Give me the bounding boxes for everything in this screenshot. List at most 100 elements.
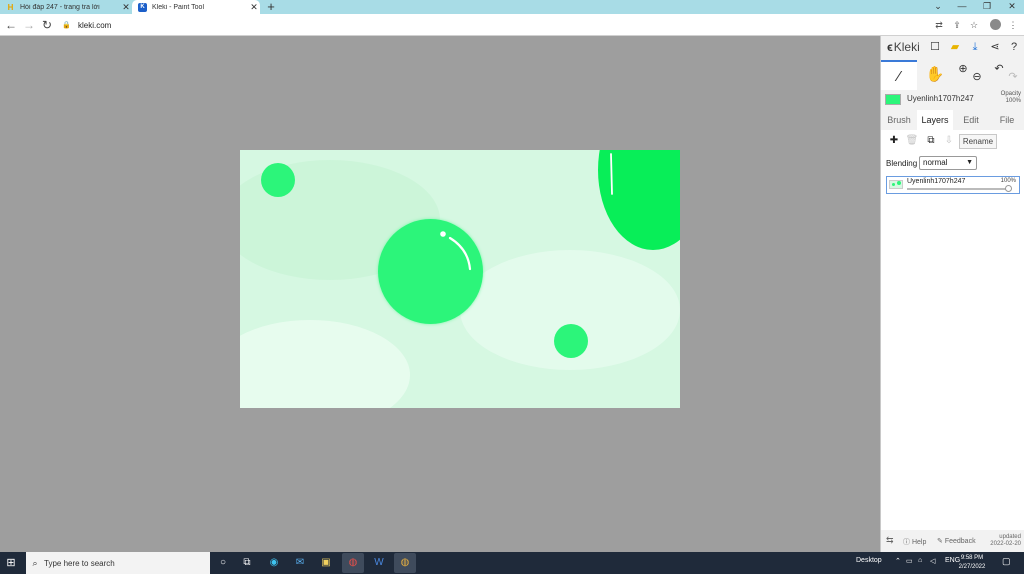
tab-file[interactable]: File bbox=[989, 110, 1024, 130]
panel-footer: ⇆ ⓘ Help ✎ Feedback updated 2022-02-20 bbox=[881, 532, 1024, 552]
kleki-logo-text: Kleki bbox=[893, 40, 920, 54]
layer-name: Uyenlinh1707h247 bbox=[907, 178, 966, 185]
tray-overflow-icon[interactable]: ⌃ bbox=[895, 557, 901, 565]
large-bubble bbox=[378, 219, 483, 324]
window-close-button[interactable]: ✕ bbox=[1000, 0, 1024, 14]
merge-layer-button[interactable]: ⇩ bbox=[942, 134, 956, 148]
clock-date: 2/27/2022 bbox=[958, 564, 986, 570]
layer-item[interactable]: Uyenlinh1707h247 100% bbox=[886, 176, 1020, 194]
word-icon[interactable]: W bbox=[368, 553, 390, 573]
rename-button[interactable]: Rename bbox=[959, 134, 997, 149]
new-tab-button[interactable]: + bbox=[264, 0, 278, 14]
swap-sides-icon[interactable]: ⇆ bbox=[886, 535, 894, 546]
kleki-side-panel: ϵ Kleki ☐ ▰ ⤓ ⋖ ? ⁄ ✋ ⊕ ⊖ ↶ ↷ Uyenlinh17… bbox=[880, 36, 1024, 552]
updated-info: updated 2022-02-20 bbox=[990, 534, 1021, 548]
blob-highlight-icon bbox=[610, 153, 613, 195]
mail-icon[interactable]: ✉ bbox=[289, 553, 311, 573]
tab-hoidap[interactable]: H Hỏi đáp 247 - trang tra lời ✕ bbox=[0, 0, 132, 14]
tab-title: Kleki - Paint Tool bbox=[152, 3, 205, 11]
kleki-logo[interactable]: ϵ Kleki bbox=[887, 38, 920, 56]
corner-blob bbox=[598, 150, 680, 250]
layers-panel: ✚ 🗑 ⧉ ⇩ Rename Blending normal ▼ Uyenlin… bbox=[881, 130, 1024, 530]
share-icon[interactable]: ⋖ bbox=[987, 39, 1003, 55]
duplicate-layer-button[interactable]: ⧉ bbox=[924, 134, 938, 148]
desktop-label[interactable]: Desktop bbox=[856, 557, 882, 564]
browser-toolbar: ← → ↻ 🔒 kleki.com ⇄ ⇪ ☆ ⋮ bbox=[0, 14, 1024, 36]
menu-kebab-icon[interactable]: ⋮ bbox=[1006, 18, 1020, 32]
drawing-canvas[interactable] bbox=[240, 150, 680, 408]
bookmark-star-icon[interactable]: ☆ bbox=[967, 18, 981, 32]
tab-layers[interactable]: Layers bbox=[917, 110, 953, 130]
small-bubble bbox=[554, 324, 588, 358]
small-bubble bbox=[261, 163, 295, 197]
reload-button[interactable]: ↻ bbox=[39, 17, 55, 33]
profile-avatar[interactable] bbox=[990, 19, 1001, 30]
forward-button[interactable]: → bbox=[21, 17, 37, 33]
tab-edit[interactable]: Edit bbox=[953, 110, 989, 130]
color-swatch[interactable] bbox=[885, 94, 901, 105]
help-icon[interactable]: ? bbox=[1006, 39, 1022, 55]
chrome-profile-icon[interactable]: ◍ bbox=[394, 553, 416, 573]
add-layer-button[interactable]: ✚ bbox=[887, 134, 901, 148]
layer-opacity-knob[interactable] bbox=[1005, 185, 1012, 192]
close-icon[interactable]: ✕ bbox=[248, 2, 260, 13]
brush-icon: ⁄ bbox=[897, 68, 901, 85]
tab-brush[interactable]: Brush bbox=[881, 110, 917, 130]
network-icon[interactable]: ⌂ bbox=[918, 557, 922, 564]
help-label: Help bbox=[911, 539, 927, 546]
hand-tool-button[interactable]: ✋ bbox=[921, 60, 949, 90]
delete-layer-button[interactable]: 🗑 bbox=[905, 134, 919, 148]
search-placeholder: Type here to search bbox=[44, 558, 115, 568]
url-text: kleki.com bbox=[78, 20, 112, 30]
taskbar-search[interactable]: ⌕ Type here to search bbox=[26, 552, 210, 574]
open-folder-icon[interactable]: ▰ bbox=[947, 39, 963, 55]
search-icon: ⌕ bbox=[32, 557, 38, 568]
updated-date: 2022-02-20 bbox=[990, 541, 1021, 547]
help-circle-icon: ⓘ bbox=[903, 539, 910, 546]
translate-icon[interactable]: ⇄ bbox=[932, 18, 946, 32]
new-image-icon[interactable]: ☐ bbox=[927, 39, 943, 55]
windows-taskbar: ⊞ ⌕ Type here to search ○ ⧉ ◉ ✉ ▣ ◍ W ◍ … bbox=[0, 552, 1024, 574]
store-icon[interactable]: ▣ bbox=[315, 553, 337, 573]
address-bar[interactable]: 🔒 kleki.com bbox=[58, 16, 928, 34]
kleki-logo-icon: ϵ bbox=[887, 40, 893, 54]
tool-row: ⁄ ✋ ⊕ ⊖ ↶ ↷ bbox=[881, 60, 1024, 90]
feedback-icon: ✎ bbox=[937, 538, 943, 545]
layer-opacity-slider[interactable] bbox=[907, 188, 1007, 190]
download-icon[interactable]: ⤓ bbox=[967, 39, 983, 55]
lock-icon: 🔒 bbox=[62, 22, 71, 29]
back-button[interactable]: ← bbox=[3, 17, 19, 33]
restore-button[interactable]: ❐ bbox=[975, 0, 999, 14]
feedback-label: Feedback bbox=[944, 538, 976, 545]
edge-icon[interactable]: ◉ bbox=[263, 553, 285, 573]
volume-icon[interactable]: ◁ bbox=[930, 557, 935, 565]
layer-thumbnail bbox=[889, 180, 903, 189]
chevron-down-icon: ▼ bbox=[966, 159, 973, 166]
cortana-icon[interactable]: ○ bbox=[212, 553, 234, 573]
minimize-button[interactable]: — bbox=[950, 0, 974, 14]
feedback-link[interactable]: ✎ Feedback bbox=[937, 537, 976, 545]
close-icon[interactable]: ✕ bbox=[120, 2, 132, 13]
task-view-icon[interactable]: ⧉ bbox=[236, 553, 258, 573]
battery-icon[interactable]: ▭ bbox=[906, 557, 913, 565]
hand-icon: ✋ bbox=[925, 66, 945, 83]
browser-tab-strip: H Hỏi đáp 247 - trang tra lời ✕ K Kleki … bbox=[0, 0, 1024, 14]
taskbar-clock[interactable]: 9:58 PM 2/27/2022 bbox=[952, 554, 992, 572]
hoidap-favicon-icon: H bbox=[7, 2, 14, 12]
layer-color-row: Uyenlinh1707h247 Opacity 100% bbox=[881, 91, 1024, 109]
share-icon[interactable]: ⇪ bbox=[950, 18, 964, 32]
tab-kleki[interactable]: K Kleki - Paint Tool ✕ bbox=[132, 0, 260, 14]
brush-tool-button[interactable]: ⁄ bbox=[881, 60, 917, 90]
notifications-icon[interactable]: ▢ bbox=[1002, 556, 1011, 567]
windows-start-icon[interactable]: ⊞ bbox=[4, 556, 18, 570]
kleki-favicon-icon: K bbox=[138, 2, 147, 12]
blending-value: normal bbox=[923, 158, 948, 167]
chrome-taskbar-icon[interactable]: ◍ bbox=[342, 553, 364, 573]
tab-search-icon[interactable]: ⌄ bbox=[926, 0, 950, 14]
updated-label: updated bbox=[999, 534, 1021, 540]
help-link[interactable]: ⓘ Help bbox=[903, 537, 926, 547]
opacity-readout: Opacity 100% bbox=[1001, 91, 1021, 105]
clock-time: 9:58 PM bbox=[960, 555, 984, 561]
blending-select[interactable]: normal ▼ bbox=[919, 156, 977, 170]
canvas-workspace[interactable] bbox=[0, 36, 880, 552]
